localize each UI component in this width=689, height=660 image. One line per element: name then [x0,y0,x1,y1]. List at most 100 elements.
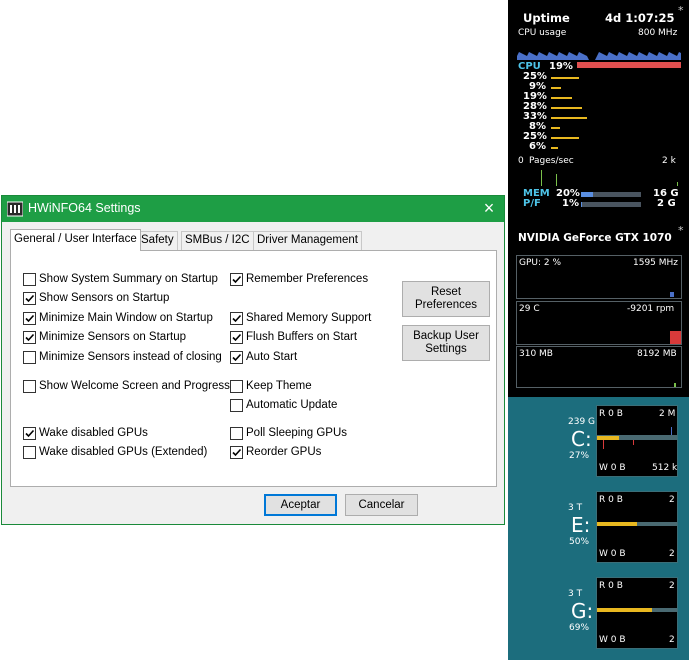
checkbox-box [230,446,243,459]
gpu-fan-speed: -9201 rpm [627,304,675,314]
drive-read: R 0 B [599,409,623,419]
cpu-core-value: 6% [529,141,546,152]
checkbox-label: Keep Theme [246,380,312,392]
checkbox-label: Show Welcome Screen and Progress [39,380,230,392]
drive-size: 3 T [568,503,583,513]
pages-max: 2 k [662,156,676,166]
drive-used-percent: 27% [569,451,590,461]
checkbox-label: Poll Sleeping GPUs [246,427,347,439]
cpu-total-fill [577,62,681,68]
pages-graph [517,170,681,186]
gpu-temp-panel: 29 C -9201 rpm [516,301,682,345]
drive-letter: G: [571,599,594,623]
pf-fill [581,202,582,207]
checkmark-icon [25,333,35,342]
dialog-title-bar[interactable]: HWiNFO64 Settings × [2,196,504,222]
button-label-line: Reset [430,286,462,298]
gpu-name: NVIDIA GeForce GTX 1070 [518,232,672,244]
checkbox-label: Reorder GPUs [246,446,322,458]
cpu-core-bar [551,77,579,79]
gpu-memory-mark [674,383,676,387]
cpu-total-bar [577,62,681,68]
button-label-line: Preferences [414,299,477,311]
gpu-memory-used: 310 MB [519,349,553,359]
drive-write: W 0 B [599,549,626,559]
drive-read: R 0 B [599,495,623,505]
checkbox-label: Minimize Main Window on Startup [39,312,213,324]
uptime-label: Uptime [523,11,570,25]
checkbox-label: Flush Buffers on Start [246,331,358,343]
drive-io-panel: R 0 B 2 M W 0 B 512 k [596,405,678,477]
drive-usage-fill [597,608,652,612]
drive-write: W 0 B [599,463,626,473]
checkbox-box [230,380,243,393]
checkbox-box [23,292,36,305]
checkbox-box [23,331,36,344]
drive-write-max: 512 k [652,463,678,473]
drive-io-graph [597,427,677,449]
tab-safety[interactable]: Safety [137,231,178,250]
drive-io-panel: R 0 B 2 W 0 B 2 [596,577,678,649]
checkbox-box [23,351,36,364]
checkmark-icon [232,314,242,323]
backup-user-settings-button[interactable]: Backup User Settings [402,325,490,361]
drive-size: 3 T [568,589,583,599]
settings-dialog: HWiNFO64 Settings × General / User Inter… [1,195,505,525]
cpu-core-bar [551,107,582,109]
checkbox-box [23,273,36,286]
hwinfo-app-icon [7,201,23,217]
checkbox-label: Show Sensors on Startup [39,292,170,304]
gpu-load-spike [670,292,674,297]
pf-total: 2 G [657,198,676,209]
reset-preferences-button[interactable]: Reset Preferences [402,281,490,317]
cpu-core-bar [551,127,560,129]
accept-button[interactable]: Aceptar [264,494,337,516]
pf-percent: 1% [562,198,579,209]
sensor-gadget: Uptime 4d 1:07:25 * CPU usage 800 MHz CP… [508,0,689,660]
checkbox-box [230,351,243,364]
checkbox-label: Auto Start [246,351,298,363]
pf-label: P/F [523,198,541,209]
checkbox-label: Shared Memory Support [246,312,372,324]
checkbox-label: Remember Preferences [246,273,369,285]
pf-bar [581,202,641,207]
drive-read-max: 2 M [659,409,676,419]
drive-size: 239 G [568,417,596,427]
close-icon[interactable]: × [474,196,504,222]
checkbox-box [230,399,243,412]
general-tab-panel: Show System Summary on Startup Show Sens… [10,250,497,487]
drive-read-max: 2 [669,581,675,591]
checkbox-label: Minimize Sensors instead of closing [39,351,222,363]
checkmark-icon [232,275,242,284]
cancel-button[interactable]: Cancelar [345,494,418,516]
checkbox-box [23,427,36,440]
drive-usage-fill [597,522,637,526]
gpu-memory-total: 8192 MB [637,349,677,359]
mem-fill [581,192,593,197]
drive-letter: E: [571,513,591,537]
drive-used-percent: 69% [569,623,590,633]
checkbox-label: Wake disabled GPUs [39,427,148,439]
drive-write: W 0 B [599,635,626,645]
cpu-core-bar [551,137,579,139]
tab-general-user-interface[interactable]: General / User Interface [10,229,141,251]
checkbox-label: Wake disabled GPUs (Extended) [39,446,208,458]
checkbox-label: Minimize Sensors on Startup [39,331,187,343]
pages-label: Pages/sec [529,156,574,166]
cpu-core-bar [551,147,558,149]
dialog-title: HWiNFO64 Settings [28,201,141,215]
uptime-value: 4d 1:07:25 [605,11,675,25]
tab-driver-management[interactable]: Driver Management [253,231,362,250]
cpu-core-bar [551,117,587,119]
cpu-total-value: 19% [549,61,573,72]
gpu-load-panel: GPU: 2 % 1595 MHz [516,255,682,299]
gpu-settings-star-icon[interactable]: * [678,224,684,237]
tab-smbus-i2c[interactable]: SMBus / I2C [181,231,254,250]
checkmark-icon [25,294,35,303]
cpu-usage-label: CPU usage [518,28,567,38]
checkbox-box [23,312,36,325]
settings-star-icon[interactable]: * [678,4,684,17]
checkmark-icon [25,429,35,438]
checkmark-icon [232,333,242,342]
cpu-frequency: 800 MHz [638,28,678,38]
